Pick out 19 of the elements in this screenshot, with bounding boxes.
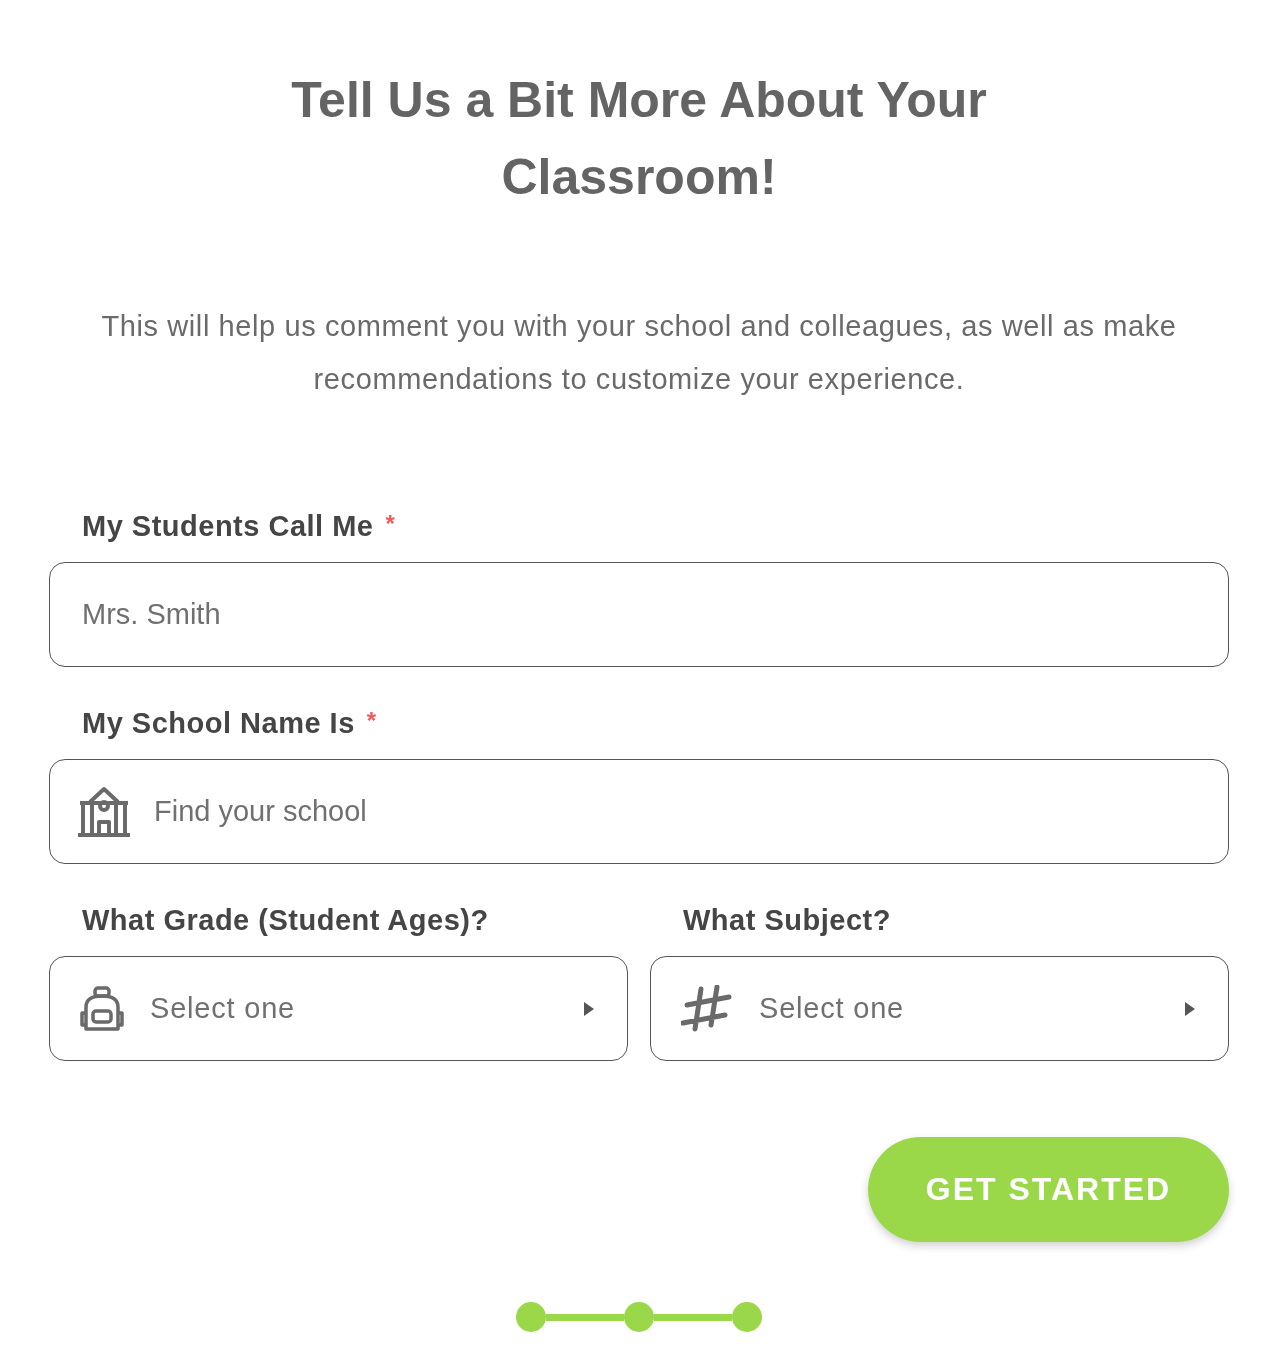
dropdown-select[interactable]: Select one	[49, 956, 628, 1061]
school-search-field[interactable]: Find your school	[49, 759, 1229, 864]
school-icon	[76, 785, 132, 838]
field-label: What Subject?	[683, 904, 891, 937]
caret-icon	[1184, 1000, 1196, 1017]
text-input[interactable]: Mrs. Smith	[82, 598, 1196, 631]
search-input[interactable]: Find your school	[154, 795, 1196, 828]
required-mark: *	[366, 707, 377, 735]
page-title: Tell Us a Bit More About Your Classroom!	[290, 71, 988, 207]
required-mark: *	[385, 510, 395, 538]
caret-icon	[583, 1000, 595, 1017]
hashtag-icon	[681, 984, 733, 1033]
field-label: What Grade (Student Ages)?	[82, 904, 489, 937]
dropdown-select[interactable]: Select one	[650, 956, 1229, 1061]
field-label: My Students Call Me	[82, 510, 374, 543]
field-label: My School Name Is	[82, 707, 355, 740]
input-field[interactable]: Mrs. Smith	[49, 562, 1229, 667]
page-description: This will help us comment you with your school and colleagues, as well as make recommendations to customize your experience.	[100, 309, 1178, 397]
backpack-icon	[80, 984, 124, 1033]
